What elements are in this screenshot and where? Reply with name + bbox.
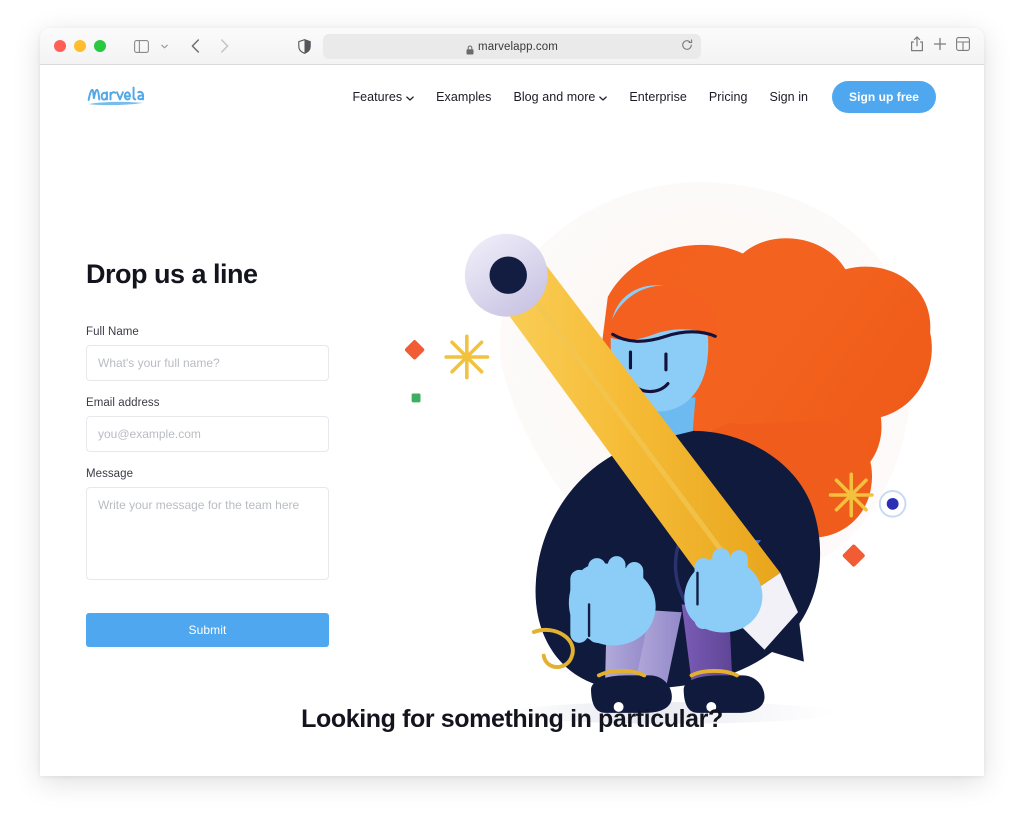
bottom-section: Looking for something in particular?: [40, 705, 984, 734]
message-field-group: Message: [86, 468, 386, 585]
blue-dot: [886, 497, 899, 510]
maximize-window-button[interactable]: [94, 40, 106, 52]
email-field-group: Email address: [86, 397, 386, 452]
red-diamond-right: [842, 544, 865, 567]
close-window-button[interactable]: [54, 40, 66, 52]
red-diamond-left: [404, 340, 425, 360]
address-bar[interactable]: marvelapp.com: [323, 34, 701, 59]
email-input[interactable]: [86, 416, 329, 452]
browser-window: marvelapp.com Features Examples Blog and…: [40, 28, 984, 776]
email-label: Email address: [86, 397, 160, 409]
nav-item-examples-label: Examples: [436, 90, 492, 104]
url-text: marvelapp.com: [478, 40, 558, 53]
full-name-input[interactable]: [86, 345, 329, 381]
nav-item-sign-in-label: Sign in: [769, 90, 809, 104]
nav-item-pricing[interactable]: Pricing: [698, 84, 759, 110]
nav-item-blog-and-more[interactable]: Blog and more: [502, 84, 618, 110]
share-icon[interactable]: [910, 36, 924, 57]
message-label: Message: [86, 468, 134, 480]
privacy-report-icon[interactable]: [298, 39, 311, 59]
main-content: Drop us a line Full Name Email address M…: [40, 129, 984, 740]
message-textarea[interactable]: [86, 487, 329, 580]
full-name-label: Full Name: [86, 326, 139, 338]
page-title: Drop us a line: [86, 259, 258, 289]
nav-item-blog-and-more-label: Blog and more: [513, 90, 596, 104]
bottom-heading: Looking for something in particular?: [301, 705, 723, 733]
hero-illustration: [386, 129, 938, 740]
lock-icon: [466, 42, 474, 54]
traffic-lights: [54, 40, 106, 52]
browser-toolbar: marvelapp.com: [40, 28, 984, 65]
toolbar-right-group: [910, 28, 970, 65]
nav-item-pricing-label: Pricing: [708, 90, 748, 104]
nav-item-features[interactable]: Features: [341, 84, 425, 110]
address-bar-content: marvelapp.com: [466, 40, 558, 54]
tab-overview-icon[interactable]: [956, 37, 970, 56]
pencil-eraser-center: [489, 256, 527, 294]
back-button[interactable]: [182, 34, 208, 58]
nav-links: Features Examples Blog and more Enterpri…: [341, 81, 936, 113]
submit-button[interactable]: Submit: [86, 613, 329, 647]
site-navigation: Features Examples Blog and more Enterpri…: [40, 65, 984, 129]
page-content: Features Examples Blog and more Enterpri…: [40, 65, 984, 776]
address-bar-field[interactable]: marvelapp.com: [323, 34, 701, 59]
nav-item-examples[interactable]: Examples: [425, 84, 502, 110]
marvel-logo-icon: [87, 86, 144, 106]
sign-up-free-button[interactable]: Sign up free: [832, 81, 936, 113]
green-square-left: [411, 393, 421, 403]
forward-button[interactable]: [211, 34, 237, 58]
full-name-field-group: Full Name: [86, 326, 386, 381]
right-fingers: [694, 548, 748, 632]
contact-form: Drop us a line Full Name Email address M…: [86, 129, 386, 740]
chevron-down-icon: [599, 90, 608, 104]
nav-item-sign-in[interactable]: Sign in: [758, 84, 819, 110]
reload-icon[interactable]: [681, 38, 693, 56]
sparkle-left: [444, 334, 490, 380]
toolbar-left-group: [128, 34, 237, 58]
nav-item-enterprise-label: Enterprise: [629, 90, 687, 104]
sidebar-chevron-down-icon[interactable]: [157, 35, 171, 57]
nav-item-features-label: Features: [352, 90, 403, 104]
marvel-logo[interactable]: [86, 84, 148, 110]
sidebar-toggle-icon[interactable]: [128, 34, 154, 58]
sparkle-right: [828, 472, 874, 518]
chevron-down-icon: [406, 90, 414, 104]
new-tab-icon[interactable]: [933, 37, 947, 56]
minimize-window-button[interactable]: [74, 40, 86, 52]
nav-item-enterprise[interactable]: Enterprise: [618, 84, 697, 110]
designer-with-pencil-illustration: [404, 182, 932, 724]
